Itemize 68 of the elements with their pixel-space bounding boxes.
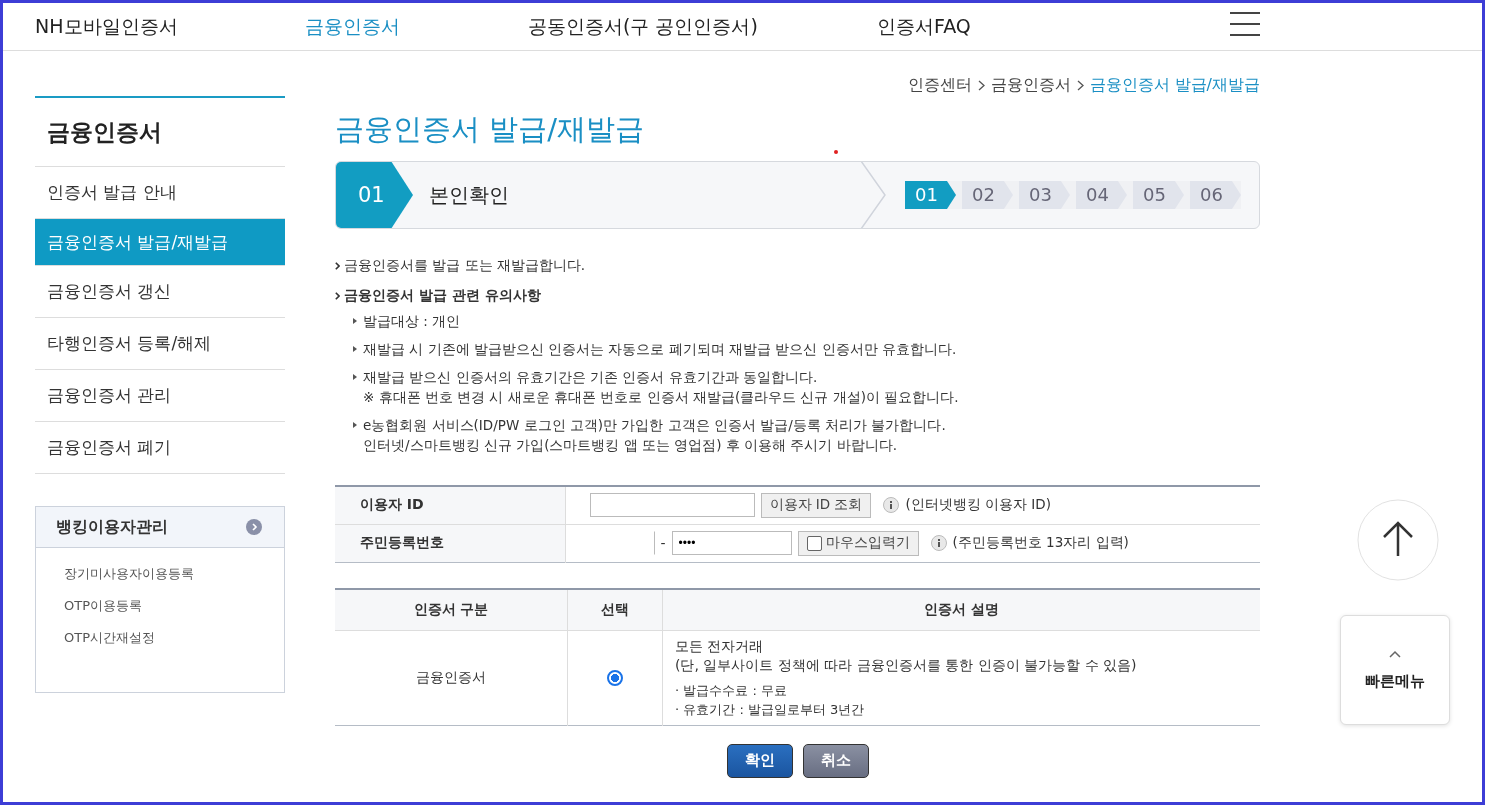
field-label: 이용자 ID <box>335 486 565 524</box>
chevron-icon[interactable] <box>246 519 262 535</box>
menu-icon[interactable] <box>1230 11 1260 37</box>
sidebar-item[interactable]: 타행인증서 등록/해제 <box>35 318 285 370</box>
bullet-icon <box>353 422 357 428</box>
breadcrumb-link[interactable]: 금융인증서 발급/재발급 <box>1089 75 1260 96</box>
column-header: 인증서 구분 <box>335 588 568 630</box>
notice-item: 발급대상 : 개인 <box>363 312 461 331</box>
user-id-field[interactable] <box>589 493 755 518</box>
step-indicator: 04 <box>1076 181 1127 209</box>
notice-item: e농협회원 서비스(ID/PW 로그인 고객)만 가입한 고객은 인증서 발급/등록 처리가 불가합니다. 인터넷/스마트뱅킹 신규 가입(스마트뱅킹 앱 또는 영업점) 후 이용해 주시기 바랍니다. <box>363 416 946 455</box>
step-indicator: 03 <box>1019 181 1070 209</box>
step-indicator: 05 <box>1133 181 1184 209</box>
sidebar-title: 금융인증서 <box>35 98 285 167</box>
field-hint: (인터넷뱅킹 이용자 ID) <box>905 496 1051 515</box>
lookup-button[interactable]: 이용자 ID 조회 <box>760 492 872 518</box>
field-label: 주민등록번호 <box>335 524 565 562</box>
sidebar-item[interactable]: 금융인증서 폐기 <box>35 422 285 474</box>
info-icon <box>883 497 900 514</box>
current-step-badge: 01 <box>336 162 413 228</box>
sidebar-item[interactable]: 금융인증서 관리 <box>35 370 285 422</box>
quick-menu-panel[interactable]: 빠른메뉴 <box>1340 615 1450 725</box>
description-note: (단, 일부사이트 정책에 따라 금융인증서를 통한 인증이 불가능할 수 있음) <box>675 655 1138 675</box>
sidebar-link[interactable]: OTP이용등록 <box>64 597 256 615</box>
chevron-icon <box>977 80 985 91</box>
nav-tab[interactable]: 인증서FAQ <box>877 13 971 40</box>
field-hint: (주민등록번호 13자리 입력) <box>952 534 1129 552</box>
notice-item: 재발급 받으신 인증서의 유효기간은 기존 인증서 유효기간과 동일합니다. ※ 휴대폰 번호 변경 시 새로운 휴대폰 번호로 인증서 재발급(클라우드 신규 개설)이 필요합니다. <box>363 368 959 407</box>
bullet-icon <box>353 374 357 380</box>
notice-title: 금융인증서 발급 관련 유의사항 <box>344 287 541 305</box>
sidebar-link[interactable]: 장기미사용자이용등록 <box>64 565 256 583</box>
table-cell: 금융인증서 <box>335 630 568 725</box>
description-detail: · 발급수수료 : 무료 <box>675 681 788 700</box>
info-icon <box>930 535 947 551</box>
bullet-icon <box>335 292 340 300</box>
radio-button[interactable] <box>607 670 623 686</box>
quick-menu-label: 빠른메뉴 <box>1365 671 1425 691</box>
panel-title: 뱅킹이용자관리 <box>56 516 168 538</box>
resident-number-field[interactable]: •••• <box>671 531 792 555</box>
nav-tab[interactable]: NH모바일인증서 <box>35 13 305 40</box>
page-title: 금융인증서 발급/재발급 <box>335 111 644 148</box>
description-detail: · 유효기간 : 발급일로부터 3년간 <box>675 700 866 719</box>
step-indicator: 01 <box>905 181 956 209</box>
cancel-button[interactable]: 취소 <box>802 743 869 778</box>
bullet-icon <box>353 318 357 324</box>
step-indicator: 02 <box>962 181 1013 209</box>
mouse-input-checkbox[interactable]: 마우스입력기 <box>797 530 919 556</box>
step-indicator: 06 <box>1190 181 1241 209</box>
breadcrumb-link[interactable]: 인증센터 <box>907 75 972 96</box>
chevron-icon <box>1076 80 1084 91</box>
breadcrumb-link[interactable]: 금융인증서 <box>990 75 1071 96</box>
notice-item: 재발급 시 기존에 발급받으신 인증서는 자동으로 폐기되며 재발급 받으신 인증서만 유효합니다. <box>363 340 957 359</box>
current-step-label: 본인확인 <box>429 181 510 209</box>
separator-text: - <box>660 535 666 551</box>
sidebar-item[interactable]: 금융인증서 갱신 <box>35 266 285 318</box>
nav-tab[interactable]: 공동인증서(구 공인인증서) <box>528 13 877 40</box>
bullet-icon <box>353 346 357 352</box>
confirm-button[interactable]: 확인 <box>726 743 793 778</box>
bullet-icon <box>335 262 340 270</box>
description-title: 모든 전자거래 <box>675 636 765 656</box>
intro-text: 금융인증서를 발급 또는 재발급합니다. <box>344 257 586 275</box>
nav-tab[interactable]: 금융인증서 <box>305 13 528 40</box>
column-header: 선택 <box>567 588 663 630</box>
sidebar-link[interactable]: OTP시간재설정 <box>64 629 256 647</box>
caret-icon <box>1389 649 1401 658</box>
column-header: 인증서 설명 <box>662 588 1260 630</box>
dot-mark <box>834 150 838 154</box>
scroll-top-icon[interactable] <box>1357 499 1439 581</box>
